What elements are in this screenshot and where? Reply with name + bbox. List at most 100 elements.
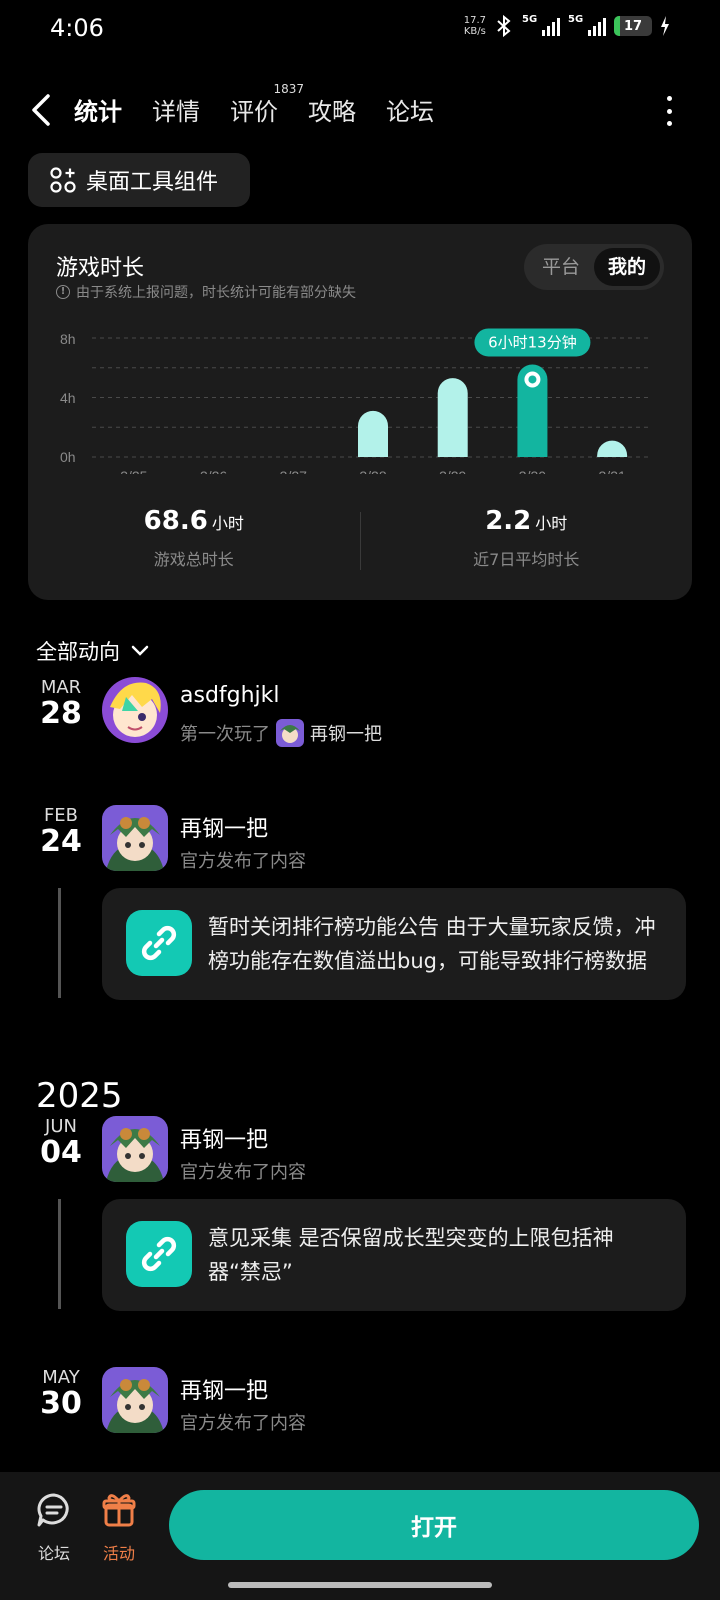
- more-dot-icon: [666, 96, 672, 101]
- charging-icon: [661, 16, 669, 36]
- post-card[interactable]: 暂时关闭排行榜功能公告 由于大量玩家反馈，冲榜功能存在数值溢出bug，可能导致排…: [102, 888, 686, 1000]
- post-text: 意见采集 是否保留成长型突变的上限包括神器“禁忌”: [208, 1226, 614, 1284]
- battery-fill: [614, 16, 621, 36]
- entry-date: JUN 04: [40, 1116, 82, 1170]
- x-tick-label: 3/31: [599, 468, 626, 474]
- x-tick-label: 3/25: [120, 468, 147, 474]
- x-tick-label: 3/30: [519, 468, 546, 474]
- activity-label: 活动: [102, 1544, 135, 1563]
- battery-level: 17: [623, 18, 643, 34]
- activity-filter-dropdown[interactable]: 全部动向: [36, 636, 150, 666]
- forum-label: 论坛: [37, 1544, 70, 1563]
- total-playtime-label: 游戏总时长: [153, 550, 234, 569]
- top-navigation: 统计 详情 评价 1837 攻略 论坛: [0, 82, 720, 142]
- game-avatar[interactable]: [102, 1367, 168, 1433]
- highlight-marker-dot: [528, 375, 537, 384]
- total-playtime: 68.6 小时 游戏总时长: [28, 506, 360, 576]
- bottom-action-bar: 论坛 活动 打开: [0, 1472, 720, 1600]
- y-tick-label: 4h: [60, 390, 76, 406]
- tab-forum[interactable]: 论坛: [386, 92, 434, 127]
- tab-stats[interactable]: 统计: [70, 92, 126, 133]
- game-name-link[interactable]: 再钢一把: [310, 720, 382, 746]
- bar-3/28[interactable]: [358, 410, 388, 457]
- bar-3/31[interactable]: [597, 440, 628, 457]
- total-playtime-unit: 小时: [211, 514, 244, 533]
- bluetooth-icon: [497, 14, 511, 38]
- publisher-name[interactable]: 再钢一把: [180, 1122, 268, 1154]
- average-playtime: 2.2 小时 近7日平均时长: [361, 506, 693, 576]
- entry-action: 第一次玩了 再钢一把: [180, 719, 382, 747]
- status-time: 4:06: [50, 14, 104, 42]
- tab-details[interactable]: 详情: [152, 92, 200, 127]
- toggle-platform[interactable]: 平台: [528, 248, 594, 286]
- playtime-title: 游戏时长: [56, 256, 145, 281]
- tab-guides[interactable]: 攻略: [308, 92, 356, 127]
- entry-action: 官方发布了内容: [180, 851, 306, 872]
- playtime-card: 游戏时长 ! 由于系统上报问题，时长统计可能有部分缺失 平台 我的 8h 4h …: [28, 224, 692, 600]
- entry-date: FEB 24: [40, 805, 82, 859]
- post-text: 暂时关闭排行榜功能公告 由于大量玩家反馈，冲榜功能存在数值溢出bug，可能导致排…: [208, 915, 656, 973]
- publisher-name[interactable]: 再钢一把: [180, 811, 268, 843]
- forum-chat-icon: [37, 1493, 69, 1527]
- tab-reviews[interactable]: 评价 1837: [230, 82, 304, 127]
- platform-mine-toggle: 平台 我的: [524, 244, 664, 290]
- entry-date: MAY 30: [40, 1367, 82, 1421]
- game-avatar-image: [102, 805, 168, 871]
- game-avatar[interactable]: [102, 805, 168, 871]
- y-tick-label: 0h: [60, 449, 76, 465]
- publisher-name[interactable]: 再钢一把: [180, 1373, 268, 1405]
- net-speed: 17.7 KB/s: [463, 15, 486, 37]
- year-divider: 2025: [36, 1076, 123, 1116]
- more-options-button[interactable]: [664, 96, 674, 126]
- back-button[interactable]: [28, 92, 58, 128]
- average-playtime-label: 近7日平均时长: [473, 550, 580, 569]
- chevron-down-icon: [131, 645, 149, 656]
- x-tick-label: 3/28: [359, 468, 386, 474]
- review-count-badge: 1837: [273, 82, 304, 96]
- link-icon: [126, 910, 192, 976]
- playtime-stats: 68.6 小时 游戏总时长 2.2 小时 近7日平均时长: [28, 506, 692, 576]
- average-playtime-unit: 小时: [535, 514, 568, 533]
- battery-icon: 17: [614, 16, 652, 36]
- toggle-mine[interactable]: 我的: [594, 248, 660, 286]
- playtime-bar-chart: 8h 4h 0h 3/25 3/26 3/27 3/28 3/29 3/30 3/31 6小…: [60, 328, 650, 474]
- timeline-line: [58, 888, 61, 998]
- bar-3/29[interactable]: [437, 378, 468, 457]
- user-name[interactable]: asdfghjkl: [180, 683, 280, 708]
- activity-filter-label: 全部动向: [36, 640, 120, 664]
- user-avatar-image: [102, 677, 168, 743]
- gift-icon: [102, 1494, 136, 1527]
- activity-button[interactable]: 活动: [94, 1490, 144, 1564]
- tab-bar: 统计 详情 评价 1837 攻略 论坛: [70, 82, 434, 133]
- y-tick-label: 8h: [60, 331, 76, 347]
- post-card[interactable]: 意见采集 是否保留成长型突变的上限包括神器“禁忌”: [102, 1199, 686, 1311]
- signal-icon-2: 5G: [568, 14, 606, 36]
- game-mini-icon: [276, 719, 304, 747]
- desktop-widget-button[interactable]: 桌面工具组件: [28, 153, 250, 207]
- game-avatar[interactable]: [102, 1116, 168, 1182]
- signal-icon-1: 5G: [522, 14, 560, 36]
- x-tick-label: 3/26: [200, 468, 227, 474]
- back-arrow-icon: [32, 94, 50, 126]
- average-playtime-value: 2.2: [485, 506, 532, 536]
- entry-date: MAR 28: [40, 677, 82, 731]
- tooltip-text: 6小时13分钟: [488, 333, 577, 351]
- desktop-widget-label: 桌面工具组件: [86, 170, 219, 195]
- open-game-button[interactable]: 打开: [169, 1490, 699, 1560]
- info-icon: !: [56, 285, 70, 299]
- x-tick-label: 3/27: [280, 468, 307, 474]
- game-avatar-image: [102, 1367, 168, 1433]
- link-icon: [126, 1221, 192, 1287]
- playtime-note: ! 由于系统上报问题，时长统计可能有部分缺失: [56, 282, 356, 302]
- entry-action: 官方发布了内容: [180, 1162, 306, 1183]
- timeline-line: [58, 1199, 61, 1309]
- status-icons: 17.7 KB/s 5G 5G 17: [464, 14, 670, 38]
- forum-button[interactable]: 论坛: [29, 1490, 79, 1564]
- user-avatar[interactable]: [102, 677, 168, 743]
- status-bar: 4:06 17.7 KB/s 5G 5G 17: [0, 0, 720, 62]
- highlight-tooltip: 6小时13分钟: [474, 328, 591, 357]
- x-tick-label: 3/29: [439, 468, 466, 474]
- total-playtime-value: 68.6: [143, 506, 208, 536]
- home-indicator[interactable]: [228, 1582, 492, 1588]
- widget-grid-icon: [50, 167, 76, 193]
